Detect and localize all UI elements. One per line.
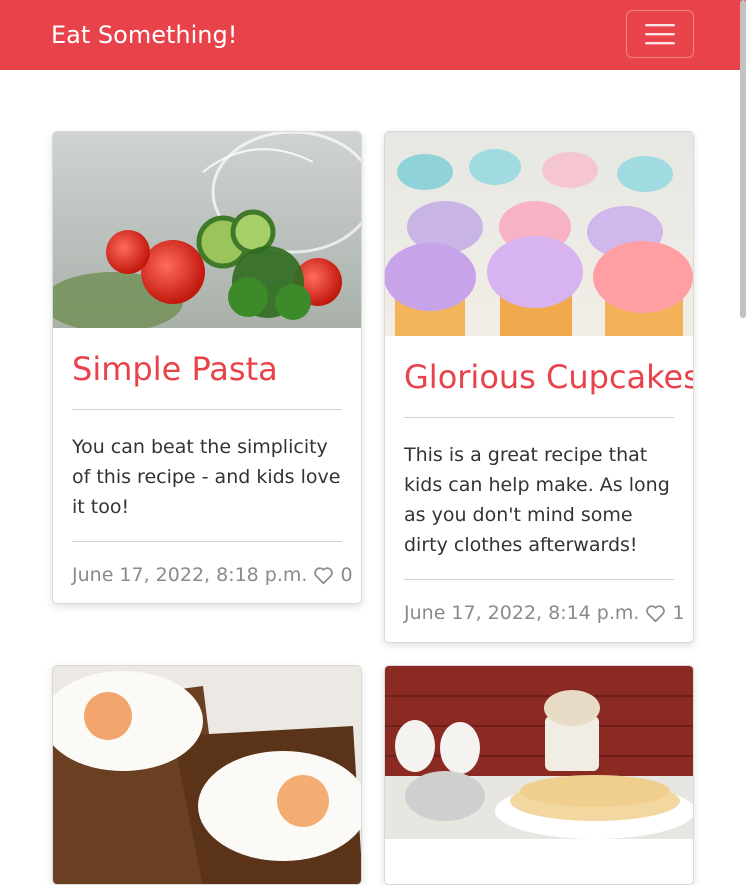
recipe-date: June 17, 2022, 8:14 p.m. (404, 602, 640, 624)
recipe-card: Simple Pasta You can beat the simplicity… (52, 131, 362, 604)
hamburger-menu-icon (645, 24, 675, 45)
recipe-title[interactable]: Glorious Cupcakes (404, 355, 693, 399)
recipe-meta: June 17, 2022, 8:18 p.m. 0 (72, 560, 353, 590)
recipe-image-crepes[interactable] (385, 666, 694, 839)
navbar: Eat Something! (0, 0, 746, 70)
recipe-image-salad[interactable] (53, 132, 362, 328)
heart-icon (646, 604, 666, 622)
divider (404, 579, 674, 580)
navbar-toggle-button[interactable] (626, 10, 694, 58)
recipe-image-cupcakes[interactable] (385, 132, 694, 336)
page-scrollbar[interactable] (740, 0, 746, 318)
recipe-card: Glorious Cupcakes This is a great recipe… (384, 131, 694, 643)
recipe-date: June 17, 2022, 8:18 p.m. (72, 564, 308, 586)
like-button[interactable]: 1 (645, 598, 685, 628)
heart-icon (314, 566, 334, 584)
recipe-image-eggs[interactable] (53, 666, 362, 885)
divider (404, 417, 674, 418)
recipe-title[interactable]: Simple Pasta (72, 347, 342, 391)
recipe-card (384, 665, 694, 885)
recipe-description: This is a great recipe that kids can hel… (404, 444, 670, 556)
recipe-meta: June 17, 2022, 8:14 p.m. 1 (404, 598, 685, 628)
like-button[interactable]: 0 (313, 560, 353, 590)
like-count: 0 (340, 564, 353, 586)
brand-link[interactable]: Eat Something! (51, 18, 237, 52)
recipe-description: You can beat the simplicity of this reci… (72, 436, 341, 518)
divider (72, 409, 342, 410)
divider (72, 541, 342, 542)
like-count: 1 (672, 602, 685, 624)
recipe-card (52, 665, 362, 885)
